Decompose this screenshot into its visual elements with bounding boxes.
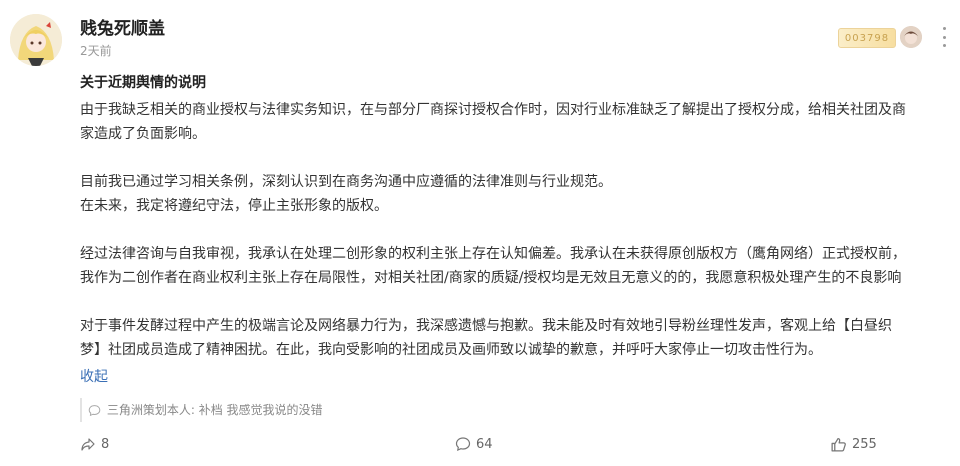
post-title: 关于近期舆情的说明 [80, 75, 206, 91]
paragraph-1: 由于我缺乏相关的商业授权与法律实务知识，在与部分厂商探讨授权合作时，因对行业标准… [80, 98, 950, 146]
avatar-image [10, 14, 62, 66]
paragraph-4-line-2: 梦】社团成员造成了精神困扰。在此，我向受影响的社团成员及画师致以诚挚的歉意，并呼… [80, 342, 822, 358]
fan-badge-number: 003798 [844, 32, 890, 44]
paragraph-3: 经过法律咨询与自我审视，我承认在处理二创形象的权利主张上存在认知偏差。我承认在未… [80, 242, 950, 290]
more-icon[interactable] [939, 27, 949, 47]
paragraph-2-line-2: 在未来，我定将遵纪守法，停止主张形象的版权。 [80, 198, 388, 214]
like-icon [831, 438, 846, 452]
comment-text: 补档 我感觉我说的没错 [194, 403, 323, 417]
paragraph-3-line-1: 经过法律咨询与自我审视，我承认在处理二创形象的权利主张上存在认知偏差。我承认在未… [80, 246, 906, 262]
badge-avatar[interactable] [900, 26, 922, 48]
comment-preview[interactable]: 三角洲策划本人: 补档 我感觉我说的没错 [80, 398, 950, 422]
paragraph-4: 对于事件发酵过程中产生的极端言论及网络暴力行为，我深感遗憾与抱歉。我未能及时有效… [80, 314, 950, 362]
paragraph-1-line-2: 家造成了负面影响。 [80, 126, 206, 142]
share-icon [81, 438, 95, 451]
post-time: 2天前 [80, 44, 112, 58]
like-count: 255 [852, 437, 877, 452]
comment-author[interactable]: 三角洲策划本人: [107, 403, 195, 417]
share-button[interactable]: 8 [80, 436, 109, 452]
share-count: 8 [101, 436, 110, 452]
avatar[interactable] [10, 14, 62, 66]
comment-button[interactable]: 64 [455, 436, 493, 452]
comment-bubble-icon [88, 405, 101, 417]
paragraph-1-line-1: 由于我缺乏相关的商业授权与法律实务知识，在与部分厂商探讨授权合作时，因对行业标准… [80, 102, 906, 118]
paragraph-4-line-1: 对于事件发酵过程中产生的极端言论及网络暴力行为，我深感遗憾与抱歉。我未能及时有效… [80, 318, 892, 334]
collapse-link[interactable]: 收起 [80, 366, 108, 386]
fan-badge[interactable]: 003798 [838, 28, 896, 48]
like-button[interactable]: 255 [830, 436, 877, 453]
username[interactable]: 贱兔死顺盖 [80, 14, 165, 39]
paragraph-2-line-1: 目前我已通过学习相关条例，深刻认识到在商务沟通中应遵循的法律准则与行业规范。 [80, 174, 612, 190]
paragraph-3-line-2: 我作为二创作者在商业权利主张上存在局限性，对相关社团/商家的质疑/授权均是无效且… [80, 270, 902, 286]
badge-avatar-image [900, 26, 922, 48]
comment-count: 64 [476, 436, 493, 452]
comment-icon [455, 437, 471, 451]
paragraph-2: 目前我已通过学习相关条例，深刻认识到在商务沟通中应遵循的法律准则与行业规范。 在… [80, 170, 950, 218]
